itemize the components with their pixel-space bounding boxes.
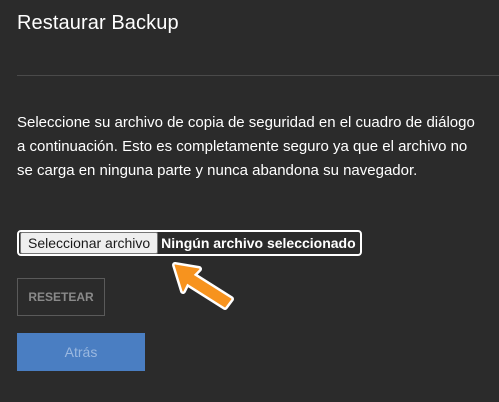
choose-file-button[interactable]: Seleccionar archivo [20, 232, 159, 254]
dialog-title: Restaurar Backup [17, 12, 179, 34]
title-divider [17, 75, 499, 76]
pointer-arrow-icon [172, 262, 234, 310]
back-button[interactable]: Atrás [17, 333, 145, 371]
dialog-description: Seleccione su archivo de copia de seguri… [17, 114, 475, 179]
restore-backup-dialog: Restaurar Backup Seleccione su archivo d… [0, 0, 499, 402]
file-status-text: Ningún archivo seleccionado [161, 235, 356, 251]
reset-button[interactable]: RESETEAR [17, 278, 105, 316]
file-input[interactable]: Seleccionar archivo Ningún archivo selec… [17, 230, 362, 256]
